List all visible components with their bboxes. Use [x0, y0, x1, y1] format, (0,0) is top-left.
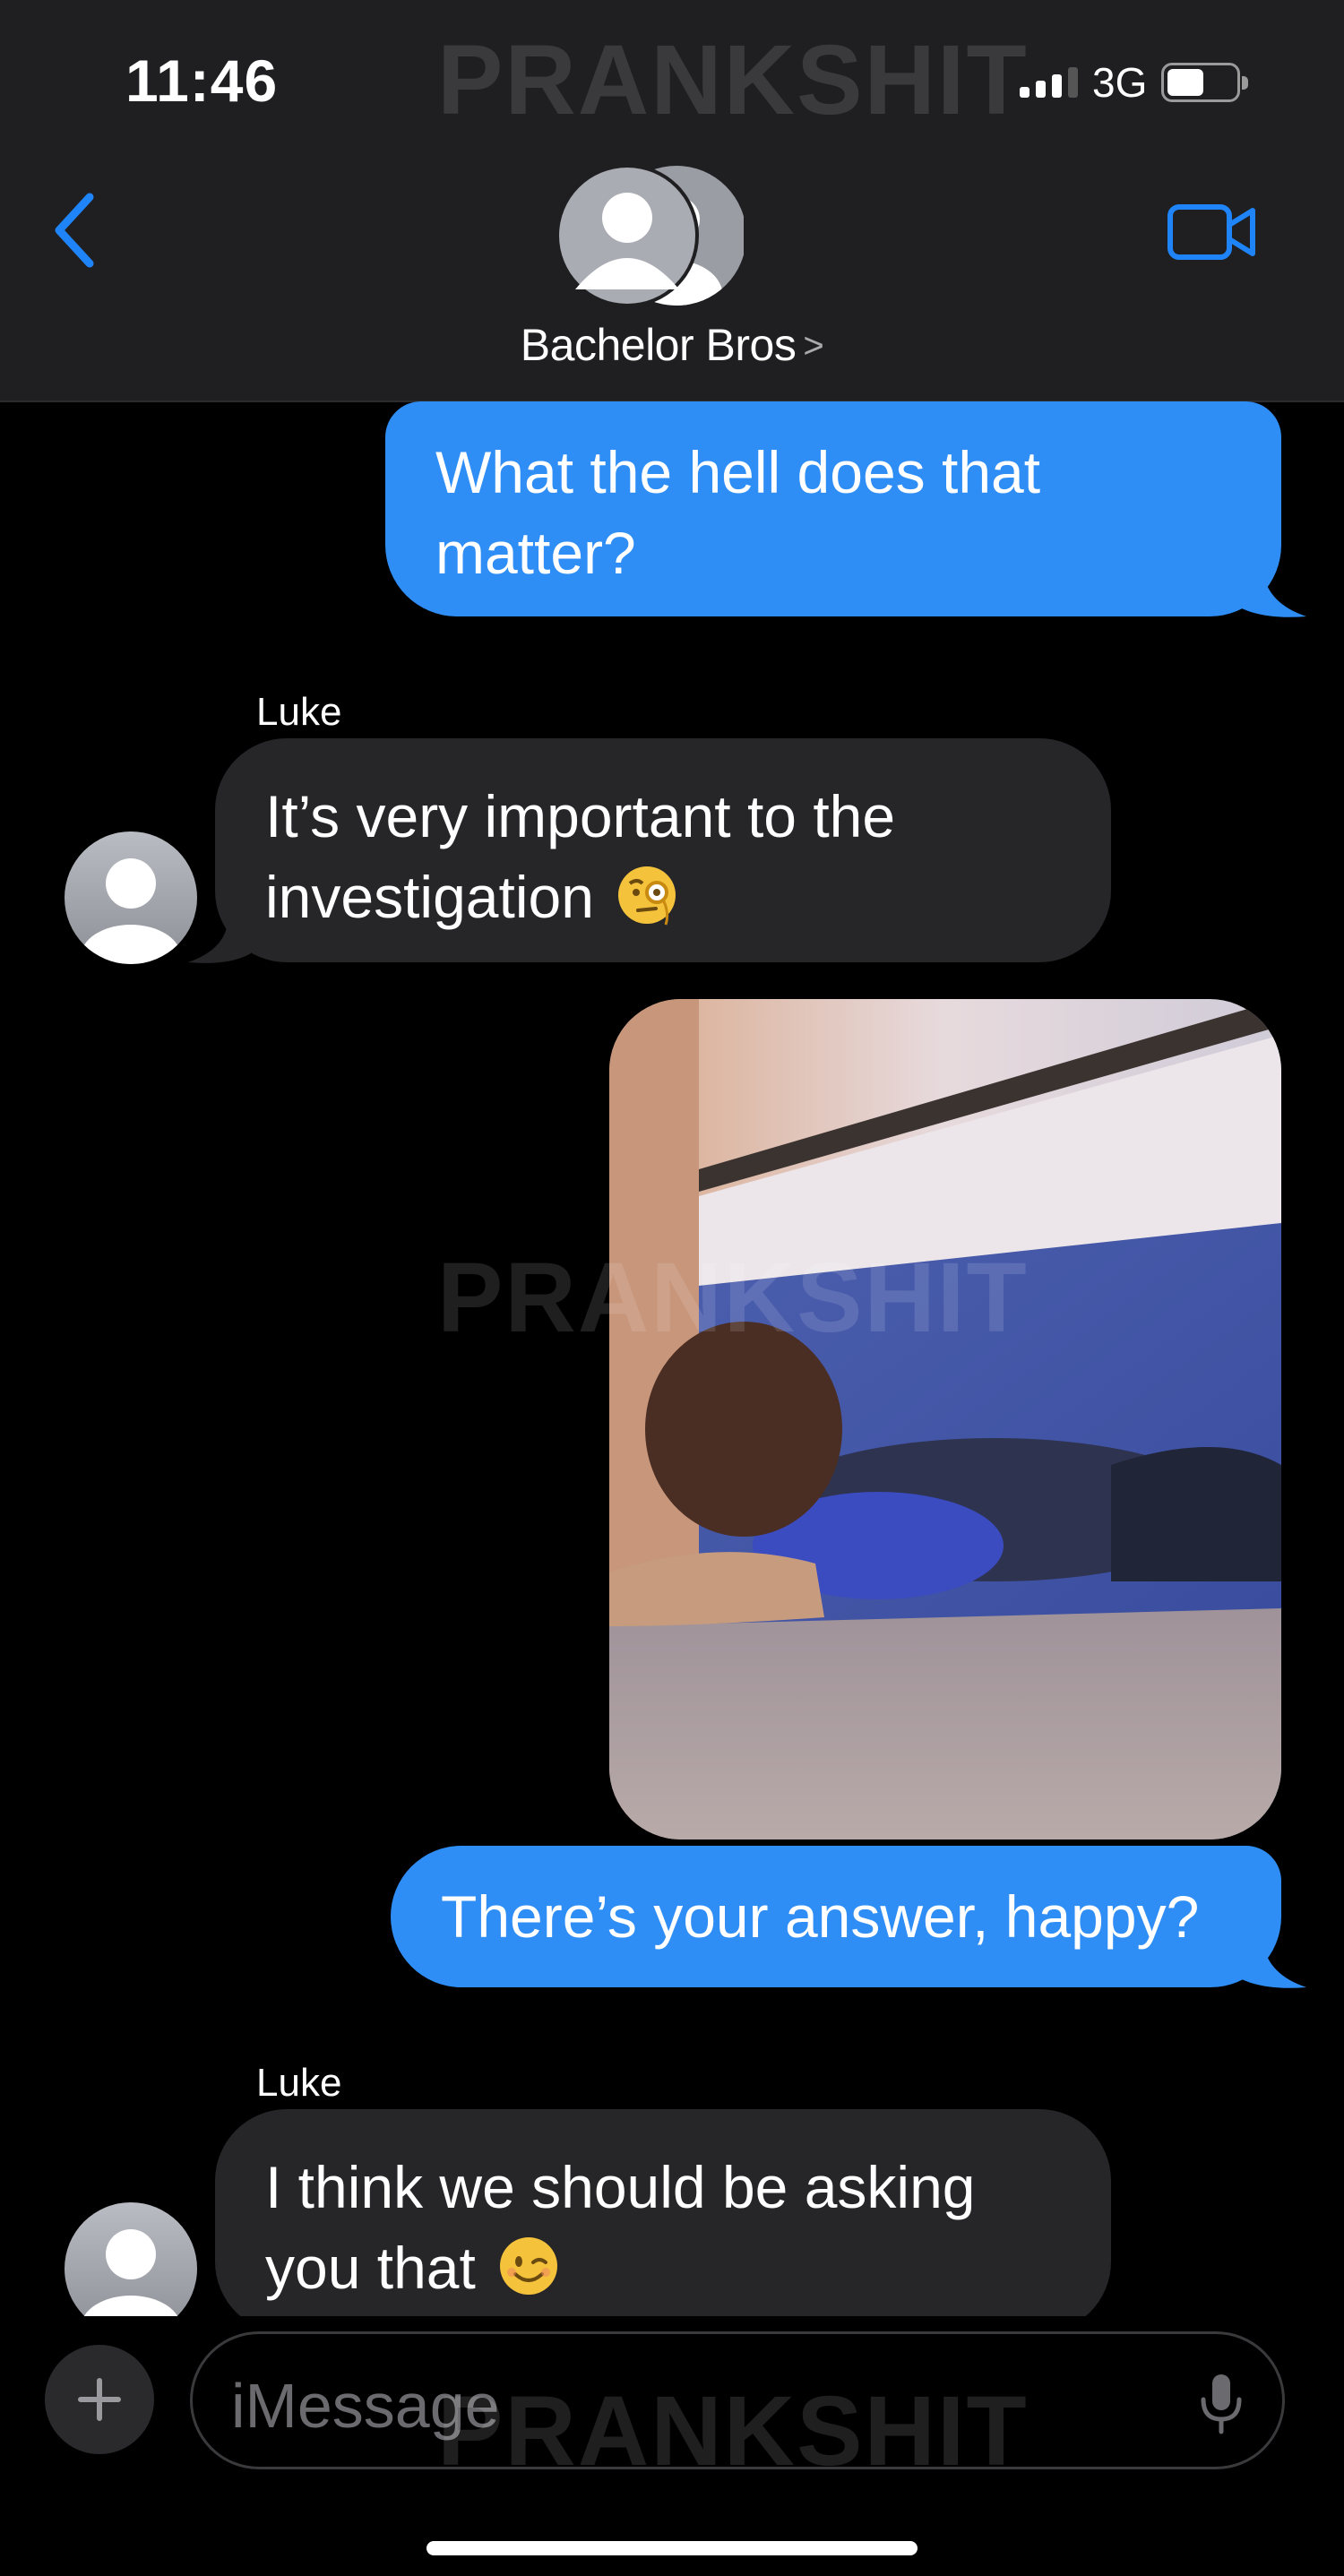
sender-name: Luke — [256, 690, 342, 734]
avatar[interactable] — [65, 2202, 197, 2335]
battery-icon — [1161, 63, 1249, 102]
message-line: investigation — [265, 857, 1111, 937]
message-line: There’s your answer, happy? — [441, 1883, 1200, 1950]
home-indicator — [426, 2541, 918, 2555]
group-name: Bachelor Bros — [520, 320, 797, 370]
photo-image — [609, 999, 1281, 1839]
winking-face-emoji — [500, 2237, 558, 2295]
message-text: you that — [265, 2235, 476, 2301]
message-line: matter? — [435, 520, 636, 586]
watermark: PRANKSHIT — [437, 2376, 1029, 2486]
bubble-tail — [1236, 1944, 1306, 1988]
back-chevron-icon[interactable] — [50, 190, 104, 271]
message-text: investigation — [265, 864, 594, 930]
bubble-tail — [188, 923, 251, 963]
add-attachment-button[interactable] — [45, 2345, 154, 2454]
monocle-face-emoji — [618, 866, 676, 926]
watermark: PRANKSHIT — [437, 25, 1029, 135]
bubble-tail — [1236, 573, 1306, 617]
avatar[interactable] — [65, 831, 197, 964]
plus-icon — [78, 2378, 121, 2421]
video-call-icon[interactable] — [1167, 202, 1258, 263]
signal-icon — [1020, 67, 1078, 98]
message-line: I think we should be asking — [265, 2154, 976, 2220]
incoming-message[interactable]: It’s very important to the investigation — [215, 738, 1111, 962]
outgoing-message[interactable]: There’s your answer, happy? — [391, 1846, 1281, 1987]
chevron-right-icon: > — [803, 326, 824, 366]
incoming-message[interactable]: I think we should be asking you that — [215, 2109, 1111, 2333]
status-time: 11:46 — [125, 47, 279, 114]
watermark: PRANKSHIT — [437, 1243, 1029, 1353]
microphone-icon[interactable] — [1199, 2373, 1244, 2437]
conversation-title[interactable]: Bachelor Bros > — [0, 319, 1344, 371]
photo-attachment[interactable] — [609, 999, 1281, 1839]
message-line: It’s very important to the — [265, 783, 896, 849]
message-line: What the hell does that — [435, 439, 1041, 505]
message-line: you that — [265, 2227, 1111, 2308]
network-type: 3G — [1092, 59, 1148, 106]
person-icon — [81, 858, 181, 964]
group-avatar[interactable] — [556, 164, 744, 307]
sender-name: Luke — [256, 2061, 342, 2105]
outgoing-message[interactable]: What the hell does that matter? — [385, 401, 1281, 616]
person-icon — [81, 2229, 181, 2335]
status-indicators: 3G — [1020, 56, 1249, 109]
